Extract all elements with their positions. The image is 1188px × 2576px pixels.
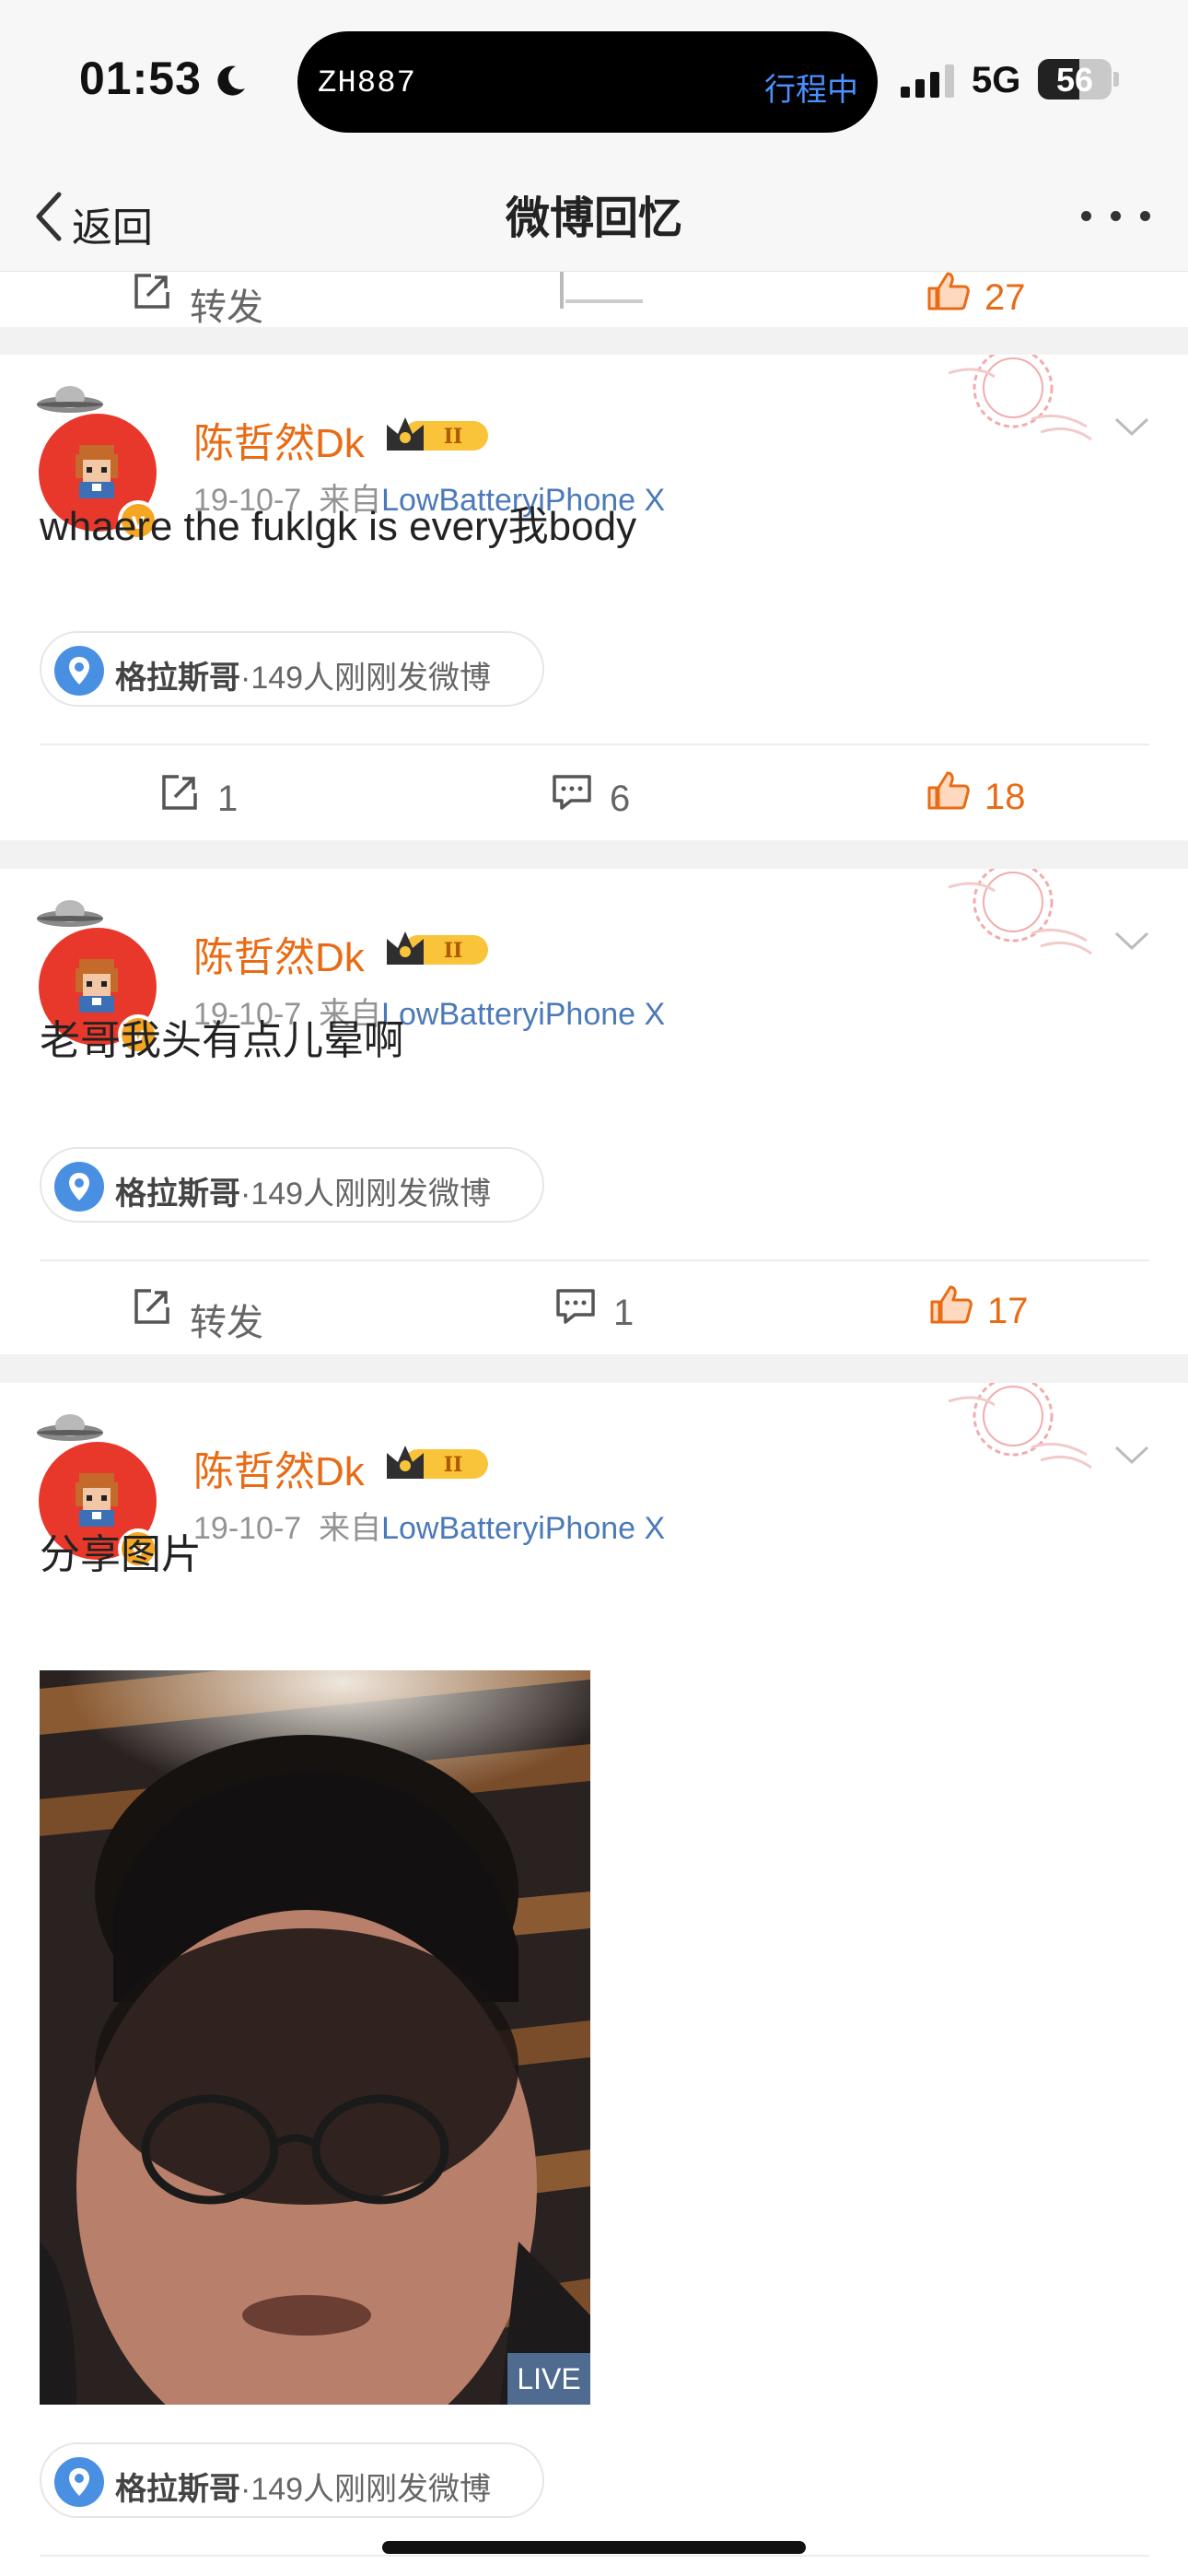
repost-label: 转发 [190,1303,263,1343]
navigation-bar: 返回 微博回忆 [0,161,1188,272]
like-button[interactable]: 18 [926,769,1073,825]
post-meta: 19-10-7 来自LowBatteryiPhone X [193,1503,665,1548]
section-gap [0,1354,1188,1383]
crown-badge-icon: II [387,417,488,451]
section-gap [0,327,1188,355]
status-bar: 01:53 ZH887 行程中 5G 56 [0,0,1188,161]
location-tag[interactable]: 格拉斯哥·149人刚刚发微博 [40,631,544,707]
like-count: 27 [984,277,1026,318]
comment-count: 6 [610,779,631,819]
location-name: 格拉斯哥 [115,1177,240,1212]
more-options-button[interactable] [1079,198,1153,235]
repost-button[interactable]: 转发 [131,1285,315,1343]
location-detail: ·149人刚刚发微博 [240,661,492,696]
post-card[interactable]: v 陈哲然Dk II 19-10-7 来自LowBatteryiPhone X … [0,869,1188,1354]
divider [40,2555,1149,2557]
headline-stamp-icon [948,869,1092,955]
post-text: 老哥我头有点儿晕啊 [40,1018,404,1063]
svg-text:II: II [444,425,463,449]
partial-action-bar: 转发 27 [0,272,1188,328]
live-photo-badge: LIVE [507,2353,590,2405]
comment-count: 1 [613,1293,635,1333]
screen: 01:53 ZH887 行程中 5G 56 返回 微博回忆 转发 27 v 陈哲… [0,0,1188,2576]
more-dot-icon [1111,211,1121,221]
location-detail: ·149人刚刚发微博 [240,1177,492,1212]
battery-icon: 56 [1038,59,1119,100]
more-dot-icon [1140,211,1150,221]
chevron-down-icon[interactable] [1111,412,1153,439]
post-source[interactable]: LowBatteryiPhone X [381,997,665,1032]
page-title: 微博回忆 [505,194,682,243]
location-text: 格拉斯哥·149人刚刚发微博 [115,2464,491,2509]
chevron-down-icon[interactable] [1111,926,1153,954]
section-gap [0,840,1188,869]
comment-icon [556,1289,595,1324]
comment-button[interactable]: 1 [554,1285,702,1341]
moon-icon [217,65,245,96]
more-dot-icon [1081,211,1091,221]
thumbs-up-icon [927,771,970,810]
trip-status: 行程中 [764,73,858,108]
location-pin-icon [54,1162,104,1212]
thumbs-up-icon [927,272,970,310]
like-button[interactable]: 17 [928,1283,1076,1339]
repost-button[interactable]: 1 [158,771,306,826]
repost-icon [134,1289,169,1324]
home-indicator[interactable] [382,2541,806,2554]
post-card[interactable]: v 陈哲然Dk II 19-10-7 来自LowBatteryiPhone X … [0,355,1188,840]
location-pin-icon [54,646,104,696]
repost-label: 转发 [190,287,263,328]
post-date: 19-10-7 [193,1511,302,1546]
repost-count: 1 [217,779,239,819]
chevron-down-icon[interactable] [1111,1440,1153,1468]
repost-button[interactable]: 转发 [131,272,315,328]
divider [40,1259,1149,1261]
partial-comment-icon [560,272,643,309]
crown-badge-icon: II [387,931,488,965]
headline-stamp-icon [948,1383,1092,1469]
photo-content-icon [40,1670,590,2405]
location-name: 格拉斯哥 [115,661,240,696]
post-photo[interactable]: LIVE [40,1670,590,2405]
crown-badge-icon: II [387,1446,488,1479]
location-name: 格拉斯哥 [115,2472,240,2507]
location-detail: ·149人刚刚发微博 [240,2472,492,2507]
location-text: 格拉斯哥·149人刚刚发微博 [115,1168,491,1213]
flight-code: ZH887 [318,66,417,101]
clock: 01:53 [79,53,202,104]
cellular-signal-icon [901,64,954,98]
post-card[interactable]: v 陈哲然Dk II 19-10-7 来自LowBatteryiPhone X … [0,1383,1188,2576]
repost-icon [134,274,169,309]
username[interactable]: 陈哲然Dk [193,924,365,983]
svg-text:II: II [444,1453,463,1477]
network-type: 5G [972,60,1021,100]
like-count: 17 [987,1291,1029,1331]
comment-icon [553,775,591,810]
username[interactable]: 陈哲然Dk [193,410,365,469]
like-button[interactable]: 27 [926,272,1054,325]
like-count: 18 [984,777,1026,817]
post-text: whaere the fuklgk is every我body [40,504,637,549]
location-tag[interactable]: 格拉斯哥·149人刚刚发微博 [40,1147,544,1223]
comment-button[interactable]: 6 [551,771,698,826]
location-pin-icon [54,2457,104,2507]
divider [40,744,1149,745]
source-prefix: 来自 [319,1511,382,1546]
headline-stamp-icon [948,355,1092,441]
post-source[interactable]: LowBatteryiPhone X [381,1511,665,1546]
username[interactable]: 陈哲然Dk [193,1438,365,1497]
location-text: 格拉斯哥·149人刚刚发微博 [115,652,491,697]
post-text: 分享图片 [40,1532,202,1577]
battery-percent: 56 [1055,61,1094,99]
repost-icon [162,775,197,810]
feed[interactable]: 转发 27 v 陈哲然Dk II 19-10-7 来自LowBatteryiPh… [0,272,1188,2576]
location-tag[interactable]: 格拉斯哥·149人刚刚发微博 [40,2442,544,2518]
svg-text:II: II [444,939,463,963]
thumbs-up-icon [930,1285,973,1324]
